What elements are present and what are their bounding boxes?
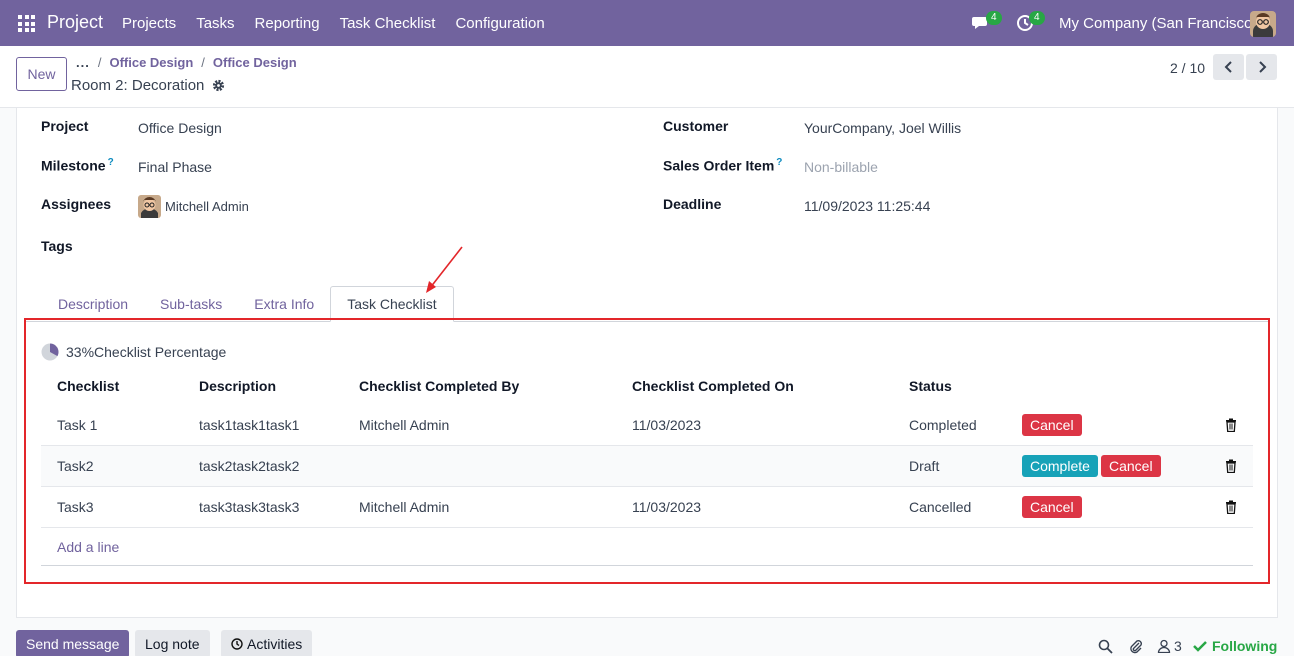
menu-item-configuration[interactable]: Configuration xyxy=(455,15,544,32)
user-avatar[interactable] xyxy=(1250,11,1276,37)
menu-item-projects[interactable]: Projects xyxy=(122,15,176,32)
tab-sub-tasks[interactable]: Sub-tasks xyxy=(144,286,238,322)
record-title: Room 2: Decoration xyxy=(71,77,225,94)
menu-item-reporting[interactable]: Reporting xyxy=(255,15,320,32)
cell-status: Cancelled xyxy=(909,499,972,515)
followers-button[interactable]: 3 xyxy=(1157,638,1182,654)
assignee-avatar[interactable] xyxy=(138,195,161,218)
cancel-button[interactable]: Cancel xyxy=(1101,455,1161,477)
search-icon[interactable] xyxy=(1098,639,1113,654)
notebook-tabs: Description Sub-tasks Extra Info Task Ch… xyxy=(42,286,454,322)
column-header-checklist[interactable]: Checklist xyxy=(57,378,119,394)
cell-completed-on: 11/03/2023 xyxy=(632,499,702,515)
breadcrumb-office-design-tasks[interactable]: Office Design xyxy=(213,55,297,70)
followers-count: 3 xyxy=(1174,638,1182,654)
cell-description: task1task1task1 xyxy=(199,417,300,433)
milestone-label-text: Milestone xyxy=(41,157,106,174)
sales-order-item-label: Sales Order Item? xyxy=(663,157,782,174)
check-icon xyxy=(1193,641,1207,652)
checklist-percentage: 33%Checklist Percentage xyxy=(41,343,226,361)
clock-icon xyxy=(231,638,243,650)
complete-button[interactable]: Complete xyxy=(1022,455,1098,477)
gear-icon[interactable] xyxy=(212,79,225,92)
milestone-label: Milestone? xyxy=(41,157,114,174)
breadcrumb-office-design-project[interactable]: Office Design xyxy=(109,55,193,70)
record-title-text: Room 2: Decoration xyxy=(71,77,205,94)
activities-button[interactable]: Activities xyxy=(221,630,313,656)
deadline-label: Deadline xyxy=(663,196,722,212)
cell-checklist: Task2 xyxy=(57,458,94,474)
chevron-left-icon xyxy=(1224,61,1232,73)
sales-order-item-field[interactable]: Non-billable xyxy=(804,159,878,175)
customer-field[interactable]: YourCompany, Joel Willis xyxy=(804,120,961,136)
trash-icon[interactable] xyxy=(1225,500,1237,514)
pager-next-button[interactable] xyxy=(1246,54,1277,80)
tab-description[interactable]: Description xyxy=(42,286,144,322)
company-switcher[interactable]: My Company (San Francisco) xyxy=(1059,15,1257,32)
assignees-label: Assignees xyxy=(41,196,112,212)
project-field[interactable]: Office Design xyxy=(138,120,222,136)
table-bottom-border xyxy=(41,565,1253,566)
table-row[interactable]: Task2 task2task2task2 Draft Complete Can… xyxy=(41,446,1253,487)
assignee-name[interactable]: Mitchell Admin xyxy=(165,199,249,214)
add-line-link[interactable]: Add a line xyxy=(57,539,119,555)
breadcrumb-separator: / xyxy=(97,55,102,70)
column-header-completed-on[interactable]: Checklist Completed On xyxy=(632,378,794,394)
apps-menu-icon[interactable] xyxy=(18,15,35,32)
column-header-description[interactable]: Description xyxy=(199,378,276,394)
progress-pie-icon xyxy=(41,343,59,361)
paperclip-icon[interactable] xyxy=(1128,638,1144,654)
annotation-arrow xyxy=(426,246,463,293)
pager-value[interactable]: 2 / 10 xyxy=(1170,60,1205,76)
customer-label: Customer xyxy=(663,118,729,134)
pager-previous-button[interactable] xyxy=(1213,54,1244,80)
tab-extra-info[interactable]: Extra Info xyxy=(238,286,330,322)
table-row[interactable]: Task3 task3task3task3 Mitchell Admin 11/… xyxy=(41,487,1253,528)
breadcrumb-separator: / xyxy=(201,55,205,70)
following-button[interactable]: Following xyxy=(1193,638,1277,654)
project-label: Project xyxy=(41,118,89,134)
chevron-right-icon xyxy=(1258,61,1266,73)
cell-completed-on: 11/03/2023 xyxy=(632,417,702,433)
control-panel: New ... / Office Design / Office Design … xyxy=(0,46,1294,108)
chat-badge: 4 xyxy=(986,11,1002,25)
activities-button-label: Activities xyxy=(247,636,303,652)
cell-checklist: Task 1 xyxy=(57,417,98,433)
checklist-percentage-text: 33%Checklist Percentage xyxy=(66,344,227,360)
milestone-help-icon[interactable]: ? xyxy=(108,157,114,168)
tags-label: Tags xyxy=(41,238,73,254)
main-menu: Projects Tasks Reporting Task Checklist … xyxy=(122,15,565,32)
top-navbar: Project Projects Tasks Reporting Task Ch… xyxy=(0,0,1294,46)
cell-description: task3task3task3 xyxy=(199,499,300,515)
new-button[interactable]: New xyxy=(16,57,67,91)
sales-order-item-label-text: Sales Order Item xyxy=(663,157,775,174)
cell-checklist: Task3 xyxy=(57,499,94,515)
breadcrumb-collapsed[interactable]: ... xyxy=(76,55,90,70)
cell-status: Completed xyxy=(909,417,977,433)
deadline-field[interactable]: 11/09/2023 11:25:44 xyxy=(804,198,930,214)
user-icon xyxy=(1157,639,1171,653)
milestone-field[interactable]: Final Phase xyxy=(138,159,212,175)
log-note-button[interactable]: Log note xyxy=(135,630,210,656)
cell-description: task2task2task2 xyxy=(199,458,300,474)
cancel-button[interactable]: Cancel xyxy=(1022,414,1082,436)
send-message-button[interactable]: Send message xyxy=(16,630,130,656)
activity-badge: 4 xyxy=(1029,11,1045,25)
menu-item-task-checklist[interactable]: Task Checklist xyxy=(340,15,436,32)
trash-icon[interactable] xyxy=(1225,459,1237,473)
following-label: Following xyxy=(1212,638,1278,654)
column-header-status[interactable]: Status xyxy=(909,378,952,394)
trash-icon[interactable] xyxy=(1225,418,1237,432)
cell-completed-by: Mitchell Admin xyxy=(359,499,450,515)
table-row[interactable]: Task 1 task1task1task1 Mitchell Admin 11… xyxy=(41,405,1253,446)
sales-order-item-help-icon[interactable]: ? xyxy=(776,157,782,168)
menu-item-tasks[interactable]: Tasks xyxy=(196,15,234,32)
cancel-button[interactable]: Cancel xyxy=(1022,496,1082,518)
column-header-completed-by[interactable]: Checklist Completed By xyxy=(359,378,519,394)
breadcrumb: ... / Office Design / Office Design xyxy=(76,55,297,70)
cell-completed-by: Mitchell Admin xyxy=(359,417,450,433)
cell-status: Draft xyxy=(909,458,940,474)
app-brand[interactable]: Project xyxy=(47,12,103,33)
